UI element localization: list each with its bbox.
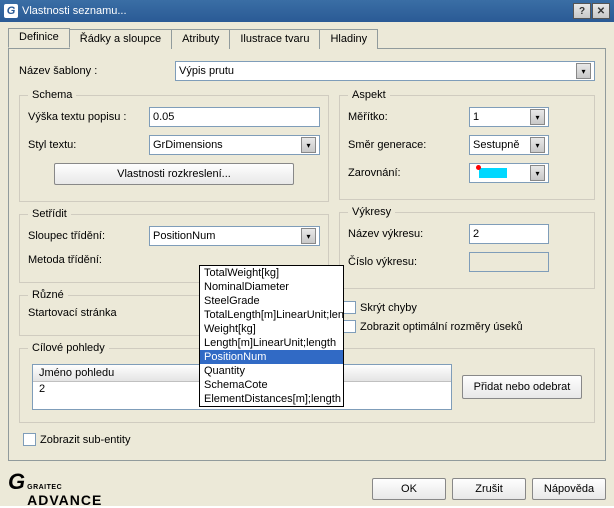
chevron-down-icon: ▾ [530, 165, 545, 181]
start-page-label: Startovací stránka [28, 307, 143, 319]
ruzne-legend: Různé [28, 289, 68, 301]
text-height-label: Výška textu popisu : [28, 111, 143, 123]
direction-label: Směr generace: [348, 139, 463, 151]
dropdown-option-selected[interactable]: PositionNum [200, 350, 343, 364]
ok-button[interactable]: OK [372, 478, 446, 500]
titlebar: G Vlastnosti seznamu... ? ✕ [0, 0, 614, 22]
help-footer-button[interactable]: Nápověda [532, 478, 606, 500]
close-button[interactable]: ✕ [592, 3, 610, 19]
schema-legend: Schema [28, 89, 76, 101]
help-button[interactable]: ? [573, 3, 591, 19]
drawing-number-input[interactable] [469, 252, 549, 272]
tab-radky[interactable]: Řádky a sloupce [69, 29, 172, 49]
scale-select[interactable]: 1 ▾ [469, 107, 549, 127]
cancel-button[interactable]: Zrušit [452, 478, 526, 500]
drawing-name-input[interactable] [469, 224, 549, 244]
aspekt-legend: Aspekt [348, 89, 390, 101]
chevron-down-icon: ▾ [530, 137, 545, 153]
dropdown-option[interactable]: Weight[kg] [200, 322, 343, 336]
vykresy-legend: Výkresy [348, 206, 395, 218]
sort-method-label: Metoda třídění: [28, 254, 143, 266]
chevron-down-icon: ▾ [301, 228, 316, 244]
dropdown-option[interactable]: Quantity [200, 364, 343, 378]
show-subentity-checkbox[interactable]: Zobrazit sub-entity [23, 433, 595, 446]
tab-atributy[interactable]: Atributy [171, 29, 230, 49]
sort-column-dropdown[interactable]: TotalWeight[kg] NominalDiameter SteelGra… [199, 265, 344, 407]
template-name-select[interactable]: Výpis prutu ▾ [175, 61, 595, 81]
text-style-label: Styl textu: [28, 139, 143, 151]
chevron-down-icon: ▾ [301, 137, 316, 153]
drawing-number-label: Číslo výkresu: [348, 256, 463, 268]
drawing-name-label: Název výkresu: [348, 228, 463, 240]
tab-hladiny[interactable]: Hladiny [319, 29, 378, 49]
dropdown-option[interactable]: TotalWeight[kg] [200, 266, 343, 280]
dropdown-option[interactable]: NominalDiameter [200, 280, 343, 294]
dropdown-option[interactable]: TotalLength[m]LinearUnit;length [200, 308, 343, 322]
dropdown-option[interactable]: SteelGrade [200, 294, 343, 308]
tab-ilustrace[interactable]: Ilustrace tvaru [229, 29, 320, 49]
hide-errors-checkbox[interactable]: Skrýt chyby [343, 301, 591, 314]
checkbox-icon [23, 433, 36, 446]
sort-column-label: Sloupec třídění: [28, 230, 143, 242]
show-optimal-checkbox[interactable]: Zobrazit optimální rozměry úseků [343, 320, 591, 333]
add-remove-button[interactable]: Přidat nebo odebrat [462, 375, 582, 399]
drawing-props-button[interactable]: Vlastnosti rozkreslení... [54, 163, 294, 185]
tab-row: Definice Řádky a sloupce Atributy Ilustr… [8, 28, 606, 49]
checkbox-icon [343, 320, 356, 333]
text-style-select[interactable]: GrDimensions ▾ [149, 135, 320, 155]
brand-logo: G GRAITEC ADVANCE [8, 469, 102, 508]
dropdown-option[interactable]: ElementDistances[m];length [200, 392, 343, 406]
direction-select[interactable]: Sestupně ▾ [469, 135, 549, 155]
alignment-swatch-icon [479, 168, 507, 178]
alignment-label: Zarovnání: [348, 167, 463, 179]
chevron-down-icon: ▾ [576, 63, 591, 79]
dropdown-option[interactable]: SchemaCote [200, 378, 343, 392]
cilove-legend: Cílové pohledy [28, 342, 109, 354]
sort-column-select[interactable]: PositionNum ▾ [149, 226, 320, 246]
alignment-select[interactable]: ▾ [469, 163, 549, 183]
text-height-input[interactable] [149, 107, 320, 127]
app-icon: G [4, 4, 18, 18]
window-title: Vlastnosti seznamu... [22, 5, 127, 17]
checkbox-icon [343, 301, 356, 314]
tab-definice[interactable]: Definice [8, 28, 70, 48]
scale-label: Měřítko: [348, 111, 463, 123]
dropdown-option[interactable]: Length[m]LinearUnit;length [200, 336, 343, 350]
sort-legend: Setřídit [28, 208, 71, 220]
template-name-label: Název šablony : [19, 65, 169, 77]
chevron-down-icon: ▾ [530, 109, 545, 125]
